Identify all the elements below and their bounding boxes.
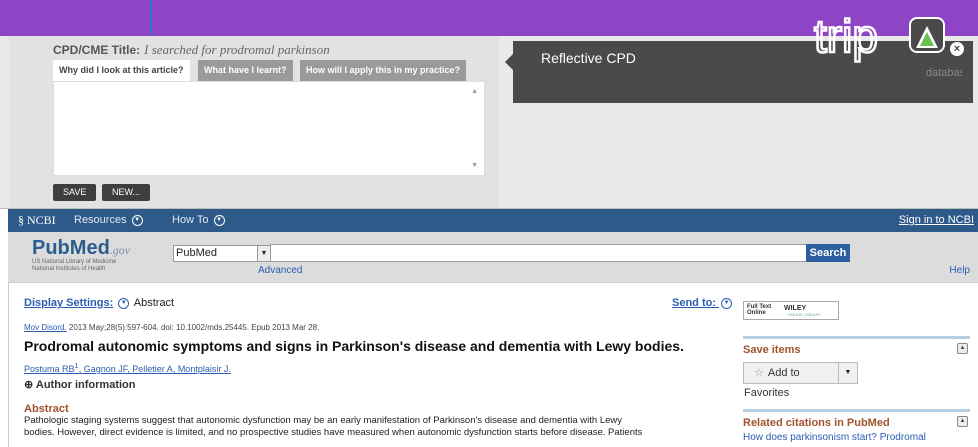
pubmed-search-bar: PubMed.gov US National Library of Medici… (8, 232, 978, 283)
reflection-textarea[interactable]: ▲ ▼ (53, 81, 485, 176)
section-divider (743, 336, 970, 339)
trip-logo-sub: database (926, 67, 962, 79)
section-divider (743, 409, 970, 412)
author-information-label: Author information (35, 379, 136, 391)
collapse-icon[interactable]: ▲ (957, 343, 968, 354)
tab-how-apply[interactable]: How will I apply this in my practice? (300, 60, 467, 81)
scroll-up-icon[interactable]: ▲ (471, 88, 478, 95)
journal-link[interactable]: Mov Disord. (24, 323, 67, 332)
new-button[interactable]: NEW... (102, 184, 151, 201)
abstract-heading: Abstract (24, 403, 69, 415)
logo-pub: Pub (32, 237, 70, 259)
full-text-label-2: Online (747, 310, 766, 316)
ncbi-logo-icon: § (18, 213, 27, 227)
tab-what-learnt[interactable]: What have I learnt? (198, 60, 293, 81)
search-button[interactable]: Search (806, 244, 850, 262)
author-list: Postuma RB1, Gagnon JF, Pelletier A, Mon… (24, 361, 231, 374)
sign-in-link[interactable]: Sign in to NCBI (899, 214, 974, 226)
related-citation-link[interactable]: How does parkinsonism start? Prodromal (743, 432, 926, 443)
full-text-label: Full Text Online (747, 304, 771, 316)
chevron-down-icon: ▼ (844, 369, 852, 376)
pointer-arrow-icon (150, 0, 152, 40)
save-button[interactable]: SAVE (53, 184, 97, 201)
abstract-line: Pathologic staging systems suggest that … (24, 415, 623, 426)
wiley-logo: WILEY (784, 305, 807, 312)
pubmed-logo[interactable]: PubMed.gov (32, 237, 130, 260)
ncbi-logo[interactable]: § NCBI (18, 213, 56, 228)
cpd-title-label: CPD/CME Title: (53, 43, 141, 57)
search-input[interactable] (270, 244, 812, 262)
chevron-down-icon: ▼ (257, 246, 270, 261)
abstract-line: bodies. However, direct evidence is limi… (24, 427, 643, 438)
abstract-text: Pathologic staging systems suggest that … (24, 415, 724, 439)
collapse-icon[interactable]: ▲ (957, 416, 968, 427)
chevron-down-icon: ▼ (721, 297, 733, 309)
author-link[interactable]: Postuma RB (24, 364, 75, 374)
cpd-title-value[interactable]: I searched for prodromal parkinson (144, 42, 330, 57)
expand-plus-icon: ⊕ (24, 379, 36, 391)
chevron-down-icon[interactable]: ▼ (118, 297, 130, 309)
logo-gov: .gov (109, 243, 131, 257)
send-to-link[interactable]: Send to: ▼ (672, 297, 734, 309)
resources-menu[interactable]: Resources ▼ (74, 214, 145, 226)
nih-label: National Institutes of Health (32, 266, 106, 272)
logo-med: Med (69, 237, 110, 259)
database-select-value: PubMed (176, 247, 217, 259)
author-link[interactable]: Gagnon JF (84, 364, 128, 374)
article-title: Prodromal autonomic symptoms and signs i… (24, 338, 684, 354)
advanced-link[interactable]: Advanced (258, 265, 302, 276)
howto-menu[interactable]: How To ▼ (172, 214, 227, 226)
citation-details: 2013 May;28(5):597-604. doi: 10.1002/mds… (66, 323, 320, 332)
howto-label: How To (172, 214, 209, 226)
save-items-heading: Save items (743, 344, 801, 356)
author-link[interactable]: Montplaisir J (178, 364, 229, 374)
close-icon[interactable]: × (950, 42, 964, 56)
author-information-toggle[interactable]: ⊕ Author information (24, 378, 135, 391)
resources-label: Resources (74, 214, 127, 226)
display-settings: Display Settings: ▼ Abstract (24, 297, 174, 309)
chevron-down-icon: ▼ (213, 214, 225, 226)
wiley-online-library-label: ONLINE LIBRARY (788, 312, 822, 317)
database-select[interactable]: PubMed ▼ (173, 245, 271, 262)
ncbi-logo-text: NCBI (27, 213, 56, 227)
display-settings-link[interactable]: Display Settings: (24, 297, 113, 309)
ncbi-bar: § NCBI Resources ▼ How To ▼ Sign in to N… (8, 209, 978, 232)
scroll-down-icon[interactable]: ▼ (471, 162, 478, 169)
help-link[interactable]: Help (949, 265, 970, 276)
add-to-favorites-button[interactable]: ☆ Add to Favorites (743, 362, 840, 399)
display-format: Abstract (133, 297, 175, 309)
citation-line: Mov Disord. 2013 May;28(5):597-604. doi:… (24, 323, 319, 332)
trip-logo: trip database (813, 14, 962, 79)
chevron-down-icon: ▼ (131, 214, 143, 226)
author-link[interactable]: Pelletier A (132, 364, 173, 374)
author-affiliation-sup: 1 (74, 361, 79, 370)
send-to-label: Send to: (672, 297, 716, 309)
nlm-label: US National Library of Medicine (32, 259, 117, 265)
cpd-title: CPD/CME Title: I searched for prodromal p… (53, 42, 330, 58)
full-text-wiley-link[interactable]: Full Text Online WILEY ONLINE LIBRARY (743, 301, 839, 320)
tab-why-look[interactable]: Why did I look at this article? (53, 60, 190, 81)
star-icon: ☆ (754, 367, 764, 379)
trip-logo-text: trip (814, 14, 878, 62)
related-citations-heading: Related citations in PubMed (743, 417, 890, 429)
reflective-cpd-title: Reflective CPD (541, 50, 636, 66)
favorites-dropdown[interactable]: ▼ (838, 362, 858, 384)
